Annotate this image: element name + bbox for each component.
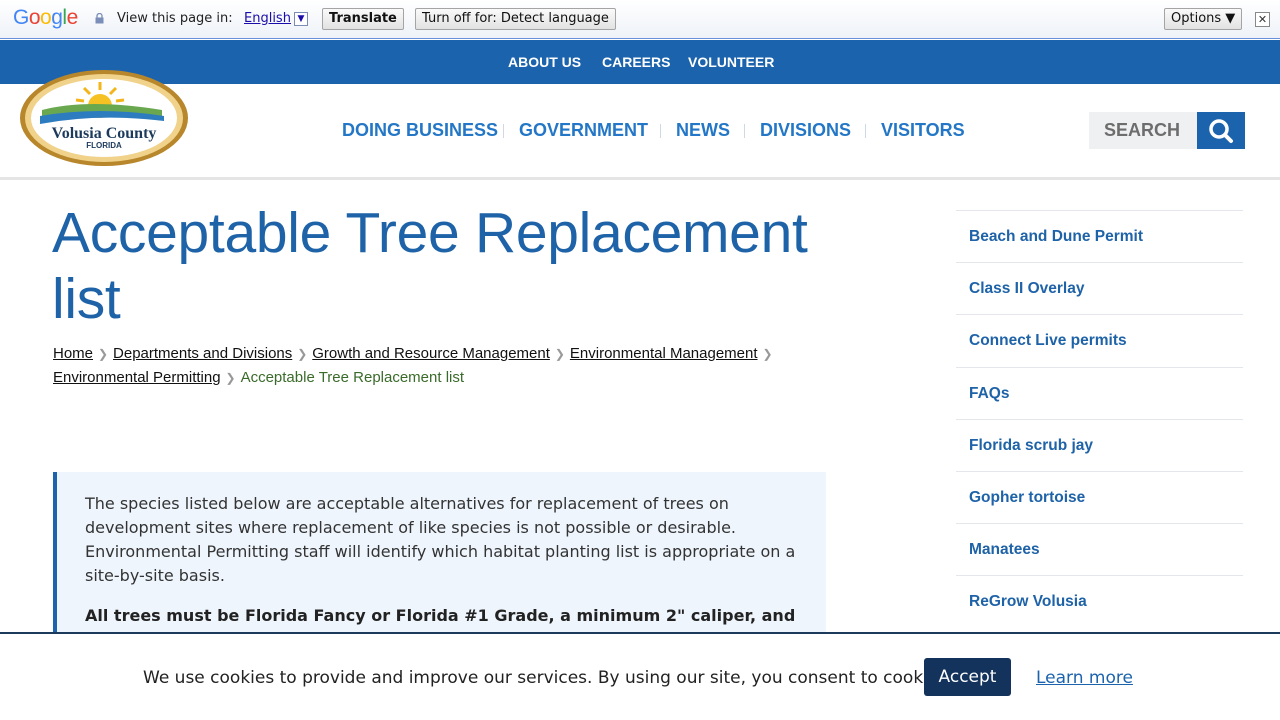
chevron-right-icon: ❯ xyxy=(225,371,236,385)
sidebar-item-florida-scrub-jay[interactable]: Florida scrub jay xyxy=(956,418,1243,471)
utility-link-about-us[interactable]: ABOUT US xyxy=(508,54,581,70)
page-title: Acceptable Tree Replacement list xyxy=(52,201,808,331)
nav-divisions[interactable]: DIVISIONS xyxy=(760,120,851,141)
sidebar-item-manatees[interactable]: Manatees xyxy=(956,523,1243,575)
breadcrumb-link-home[interactable]: Home xyxy=(53,345,93,362)
breadcrumb-link-departments[interactable]: Departments and Divisions xyxy=(113,345,292,362)
chevron-down-icon[interactable]: ▼ xyxy=(294,12,308,26)
intro-callout: The species listed below are acceptable … xyxy=(53,472,826,652)
translate-bar: Google View this page in: English ▼ Tran… xyxy=(0,0,1280,39)
nav-doing-business[interactable]: DOING BUSINESS xyxy=(342,120,498,141)
chevron-right-icon: ❯ xyxy=(297,347,308,361)
utility-link-careers[interactable]: CAREERS xyxy=(602,54,670,70)
accept-cookies-button[interactable]: Accept xyxy=(924,658,1011,696)
cookie-message: We use cookies to provide and improve ou… xyxy=(143,668,953,688)
utility-link-volunteer[interactable]: VOLUNTEER xyxy=(688,54,774,70)
options-button[interactable]: Options ▼ xyxy=(1164,8,1243,30)
breadcrumb-link-growth[interactable]: Growth and Resource Management xyxy=(312,345,550,362)
utility-nav: ABOUT US CAREERS VOLUNTEER xyxy=(0,40,1280,84)
search-button[interactable] xyxy=(1197,112,1245,149)
sidebar-item-connect-live-permits[interactable]: Connect Live permits xyxy=(956,314,1243,366)
logo-state: FLORIDA xyxy=(86,141,122,150)
language-select[interactable]: English xyxy=(244,11,291,26)
turn-off-button[interactable]: Turn off for: Detect language xyxy=(415,8,616,30)
breadcrumb-link-environmental-permitting[interactable]: Environmental Permitting xyxy=(53,369,221,386)
sidebar-item-regrow-volusia[interactable]: ReGrow Volusia xyxy=(956,575,1243,627)
breadcrumb-current: Acceptable Tree Replacement list xyxy=(240,369,465,386)
intro-paragraph: The species listed below are acceptable … xyxy=(85,494,796,585)
translate-label: View this page in: xyxy=(117,11,233,26)
chevron-right-icon: ❯ xyxy=(97,347,109,361)
sidebar-item-class-ii-overlay[interactable]: Class II Overlay xyxy=(956,262,1243,314)
nav-visitors[interactable]: VISITORS xyxy=(881,120,965,141)
sidebar-item-faqs[interactable]: FAQs xyxy=(956,366,1243,419)
nav-separator xyxy=(865,124,866,138)
close-icon[interactable]: ✕ xyxy=(1255,12,1270,27)
logo-text: Volusia County xyxy=(52,125,157,142)
sidebar-item-beach-dune-permit[interactable]: Beach and Dune Permit xyxy=(956,210,1243,262)
google-logo: Google xyxy=(13,6,78,29)
cookie-banner: We use cookies to provide and improve ou… xyxy=(0,632,1280,720)
nav-news[interactable]: NEWS xyxy=(676,120,730,141)
breadcrumb: Home ❯ Departments and Divisions ❯ Growth an… xyxy=(53,342,813,390)
page: Google View this page in: English ▼ Tran… xyxy=(0,0,1280,720)
search-input[interactable]: SEARCH xyxy=(1089,112,1197,149)
nav-government[interactable]: GOVERNMENT xyxy=(519,120,648,141)
nav-separator xyxy=(744,124,745,138)
breadcrumb-link-environmental-management[interactable]: Environmental Management xyxy=(570,345,758,362)
translate-button[interactable]: Translate xyxy=(322,8,404,30)
chevron-right-icon: ❯ xyxy=(554,347,565,361)
chevron-right-icon: ❯ xyxy=(762,347,773,361)
nav-separator xyxy=(660,124,661,138)
sidebar-item-gopher-tortoise[interactable]: Gopher tortoise xyxy=(956,470,1243,523)
requirements-text: All trees must be Florida Fancy or Flori… xyxy=(85,606,796,625)
lock-icon xyxy=(95,13,104,24)
volusia-county-logo[interactable]: Volusia County FLORIDA xyxy=(18,68,190,168)
nav-separator xyxy=(503,124,504,138)
site-header: Volusia County FLORIDA DOING BUSINESS GO… xyxy=(0,70,1280,180)
learn-more-link[interactable]: Learn more xyxy=(1036,668,1133,688)
search-icon xyxy=(1209,119,1233,143)
sidebar-nav: Beach and Dune Permit Class II Overlay C… xyxy=(956,210,1243,628)
